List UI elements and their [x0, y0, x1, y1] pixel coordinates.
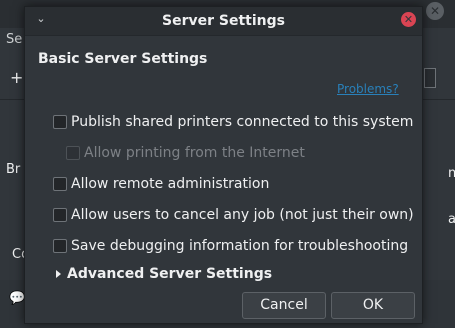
option-label: Save debugging information for troublesh…: [71, 238, 409, 254]
background-side-text: a: [448, 212, 455, 227]
save-debugging-checkbox[interactable]: [53, 239, 67, 253]
advanced-settings-expander[interactable]: Advanced Server Settings: [56, 266, 272, 282]
option-label: Allow printing from the Internet: [84, 145, 305, 161]
save-debugging-option[interactable]: Save debugging information for troublesh…: [53, 237, 408, 255]
close-icon[interactable]: ✕: [401, 12, 416, 27]
background-menu-text[interactable]: Se: [6, 32, 22, 47]
background-side-text: Br: [6, 162, 21, 177]
option-label: Allow users to cancel any job (not just …: [71, 207, 414, 223]
background-side-text: nn: [448, 166, 455, 181]
allow-cancel-any-job-option[interactable]: Allow users to cancel any job (not just …: [53, 206, 414, 224]
background-close-icon[interactable]: ✕: [426, 2, 444, 20]
dialog-titlebar[interactable]: ⌄ Server Settings ✕: [25, 7, 422, 36]
expander-label: Advanced Server Settings: [67, 266, 273, 282]
problems-link[interactable]: Problems?: [337, 82, 399, 96]
publish-shared-printers-option[interactable]: Publish shared printers connected to thi…: [53, 113, 413, 131]
dialog-title: Server Settings: [162, 13, 285, 29]
server-settings-dialog: ⌄ Server Settings ✕ Basic Server Setting…: [24, 6, 423, 324]
triangle-right-icon[interactable]: [56, 270, 61, 278]
allow-internet-printing-option: Allow printing from the Internet: [66, 144, 305, 162]
plus-icon[interactable]: +: [10, 68, 23, 87]
cancel-button[interactable]: Cancel: [242, 292, 326, 319]
ok-button[interactable]: OK: [331, 292, 415, 319]
allow-remote-admin-option[interactable]: Allow remote administration: [53, 175, 269, 193]
option-label: Allow remote administration: [71, 176, 270, 192]
allow-remote-admin-checkbox[interactable]: [53, 177, 67, 191]
allow-cancel-any-job-checkbox[interactable]: [53, 208, 67, 222]
section-heading: Basic Server Settings: [38, 51, 208, 67]
allow-internet-printing-checkbox: [66, 146, 80, 160]
background-search-field[interactable]: [424, 68, 436, 88]
publish-shared-printers-checkbox[interactable]: [53, 115, 67, 129]
option-label: Publish shared printers connected to thi…: [71, 114, 414, 130]
chat-icon[interactable]: 💬: [9, 291, 25, 306]
